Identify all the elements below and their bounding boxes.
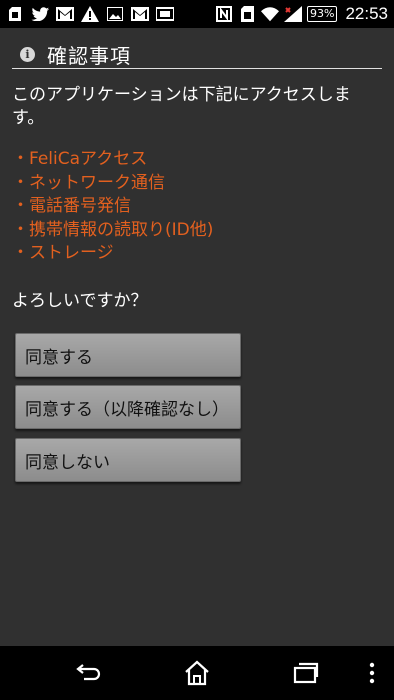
disagree-button[interactable]: 同意しない: [15, 438, 241, 482]
menu-icon[interactable]: [352, 658, 392, 688]
battery-indicator: 93%: [307, 6, 338, 22]
warning-icon: [81, 6, 99, 22]
status-bar: 93% 22:53: [0, 0, 394, 28]
permission-item: ・FeliCaアクセス: [12, 149, 148, 169]
permission-list: ・FeliCaアクセス ・ネットワーク通信 ・電話番号発信 ・携帯情報の読取り(…: [12, 148, 213, 266]
gmail-icon: [56, 6, 74, 22]
dialog-message: このアプリケーションは下記にアクセスします。: [12, 85, 351, 128]
dialog-header: i 確認事項: [20, 40, 131, 69]
dialog-question: よろしいですか？: [12, 291, 148, 311]
sd-card-icon: [6, 6, 24, 22]
navigation-bar: [0, 646, 394, 700]
system-icons: 93% 22:53: [215, 4, 388, 24]
recents-icon[interactable]: [286, 658, 326, 688]
clock: 22:53: [345, 4, 388, 23]
signal-icon: [284, 6, 302, 22]
agree-button[interactable]: 同意する: [15, 333, 241, 377]
wifi-icon: [261, 6, 279, 22]
nfc-icon: [215, 6, 233, 22]
gmail-icon: [131, 6, 149, 22]
twitter-icon: [31, 6, 49, 22]
agree-no-confirm-button[interactable]: 同意する（以降確認なし）: [15, 385, 241, 429]
sim-icon: [238, 6, 256, 22]
permission-item: ・ストレージ: [12, 243, 114, 263]
dialog-title: 確認事項: [47, 44, 131, 68]
notification-icons: [6, 6, 174, 22]
info-icon: i: [20, 47, 35, 62]
confirmation-dialog: i 確認事項 このアプリケーションは下記にアクセスします。 ・FeliCaアクセ…: [0, 28, 394, 646]
permission-item: ・電話番号発信: [12, 196, 131, 216]
title-divider: [12, 68, 382, 69]
card-icon: [156, 6, 174, 22]
back-icon[interactable]: [68, 658, 108, 688]
home-icon[interactable]: [177, 658, 217, 688]
permission-item: ・携帯情報の読取り(ID他): [12, 219, 214, 240]
image-icon: [106, 6, 124, 22]
permission-item: ・ネットワーク通信: [12, 172, 165, 193]
